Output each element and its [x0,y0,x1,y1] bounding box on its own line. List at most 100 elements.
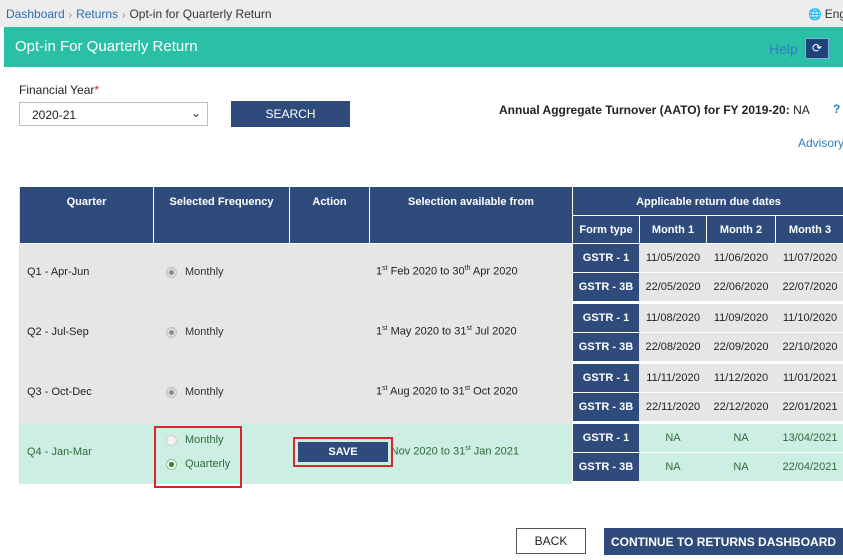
header-form-type: Form type [573,216,639,243]
due-date-cell: 11/08/2020 [645,312,701,324]
question-icon[interactable]: ? [833,102,843,116]
page-title: Opt-in For Quarterly Return [15,38,198,55]
availability-cell: 1st May 2020 to 31st Jul 2020 [376,325,517,338]
header-month-2: Month 2 [707,216,775,243]
form-type-cell: GSTR - 1 [573,304,639,332]
frequency-radio-monthly [166,387,177,398]
due-date-cell: 22/12/2020 [713,401,769,413]
financial-year-label: Financial Year* [19,83,99,97]
globe-icon: 🌐 [808,9,822,21]
column-divider [289,187,290,243]
aato-value: NA [793,103,810,117]
due-date-cell: 22/07/2020 [782,281,838,293]
due-date-cell: 22/01/2021 [782,401,838,413]
avail-from-rest: Nov 2020 to 31 [387,445,466,458]
quarter-cell: Q2 - Jul-Sep [27,326,89,338]
avail-to-rest: Jan 2021 [470,445,520,458]
header-action: Action [290,187,369,243]
due-date-cell: 22/11/2020 [645,401,701,413]
form-type-cell: GSTR - 3B [573,453,639,481]
advisory-link[interactable]: Advisory [798,136,843,150]
back-button[interactable]: BACK [516,528,586,554]
frequency-label: Monthly [185,326,224,338]
page-header: Opt-in For Quarterly Return Help ⟳ [4,27,843,67]
due-dates-row: GSTR - 1 11/11/2020 11/12/2020 11/01/202… [573,364,843,392]
required-mark: * [94,83,100,97]
save-button[interactable]: SAVE [298,442,388,462]
due-dates-row: GSTR - 1 11/08/2020 11/09/2020 11/10/202… [573,304,843,332]
due-date-cell: 22/04/2021 [782,461,838,473]
header-quarter: Quarter [20,187,153,243]
column-divider [369,187,370,243]
save-highlight: SAVE [293,437,393,467]
table-row: Q3 - Oct-Dec Monthly 1st Aug 2020 to 31s… [20,364,572,424]
breadcrumb-separator: › [68,10,73,21]
breadcrumb-separator: › [122,10,126,21]
search-button[interactable]: SEARCH [231,101,350,127]
due-date-cell: 22/09/2020 [713,341,769,353]
breadcrumb-current: Opt-in for Quarterly Return [129,7,272,21]
quarterly-return-table: Quarter Selected Frequency Action Select… [19,187,843,488]
due-date-cell: 11/11/2020 [646,372,700,384]
header-frequency: Selected Frequency [154,187,289,243]
quarter-cell: Q1 - Apr-Jun [27,266,90,278]
quarter-cell: Q4 - Jan-Mar [27,446,92,458]
due-date-cell: 11/06/2020 [713,252,769,264]
header-month-3: Month 3 [776,216,843,243]
due-date-cell: 11/09/2020 [713,312,769,324]
availability-cell: 1st Aug 2020 to 31st Oct 2020 [376,385,518,398]
column-divider [572,187,573,243]
due-date-cell: 22/05/2020 [645,281,701,293]
form-type-cell: GSTR - 3B [573,393,639,421]
table-row: Q2 - Jul-Sep Monthly 1st May 2020 to 31s… [20,304,572,364]
due-date-cell: 22/08/2020 [645,341,701,353]
aato-label: Annual Aggregate Turnover (AATO) for FY … [499,103,790,117]
due-dates-row: GSTR - 3B 22/11/2020 22/12/2020 22/01/20… [573,393,843,421]
avail-to-rest: Jul 2020 [471,325,517,338]
due-date-cell: 11/10/2020 [782,312,838,324]
availability-cell: 1st Feb 2020 to 30th Apr 2020 [376,265,518,278]
frequency-label: Monthly [185,266,224,278]
frequency-radio-monthly [166,267,177,278]
due-date-cell: 11/05/2020 [645,252,701,264]
due-dates-row: GSTR - 3B NA NA 22/04/2021 [573,453,843,481]
refresh-button[interactable]: ⟳ [805,38,829,59]
due-date-cell: NA [733,461,749,473]
frequency-label: Monthly [185,386,224,398]
table-row: Q1 - Apr-Jun Monthly 1st Feb 2020 to 30t… [20,244,572,304]
financial-year-value: 2020-21 [32,108,77,122]
financial-year-label-text: Financial Year [19,83,95,97]
language-label: Engl [824,7,843,21]
form-type-cell: GSTR - 1 [573,424,639,452]
form-type-cell: GSTR - 3B [573,333,639,361]
breadcrumb: Dashboard › Returns › Opt-in for Quarterly R… [6,7,272,21]
due-date-cell: NA [665,432,681,444]
avail-from-rest: Aug 2020 to 31 [387,385,465,398]
avail-from-rest: May 2020 to 31 [387,325,467,338]
due-dates-row: GSTR - 1 NA NA 13/04/2021 [573,424,843,452]
due-dates-row: GSTR - 1 11/05/2020 11/06/2020 11/07/202… [573,244,843,272]
language-selector[interactable]: 🌐Engl [808,7,843,21]
aato-info: Annual Aggregate Turnover (AATO) for FY … [499,103,810,117]
top-bar: Dashboard › Returns › Opt-in for Quarterly R… [0,0,843,27]
breadcrumb-returns[interactable]: Returns [76,7,118,21]
due-dates-row: GSTR - 3B 22/08/2020 22/09/2020 22/10/20… [573,333,843,361]
frequency-radio-monthly [166,327,177,338]
due-date-cell: 22/10/2020 [782,341,838,353]
due-dates-row: GSTR - 3B 22/05/2020 22/06/2020 22/07/20… [573,273,843,301]
quarter-cell: Q3 - Oct-Dec [27,386,92,398]
header-due-dates: Applicable return due dates [573,187,843,215]
avail-from-rest: Feb 2020 to 30 [387,265,465,278]
continue-to-dashboard-button[interactable]: CONTINUE TO RETURNS DASHBOARD [604,528,843,555]
help-link[interactable]: Help [769,41,798,57]
header-available: Selection available from [370,187,572,243]
due-date-cell: 11/12/2020 [713,372,769,384]
form-type-cell: GSTR - 3B [573,273,639,301]
due-date-cell: NA [665,461,681,473]
due-date-cell: 13/04/2021 [782,432,838,444]
breadcrumb-dashboard[interactable]: Dashboard [6,7,65,21]
availability-cell: 1st Nov 2020 to 31st Jan 2021 [376,445,519,458]
due-date-cell: 11/01/2021 [782,372,838,384]
financial-year-select[interactable]: 2020-21 ⌄ [19,102,208,126]
avail-to-rest: Apr 2020 [470,265,518,278]
